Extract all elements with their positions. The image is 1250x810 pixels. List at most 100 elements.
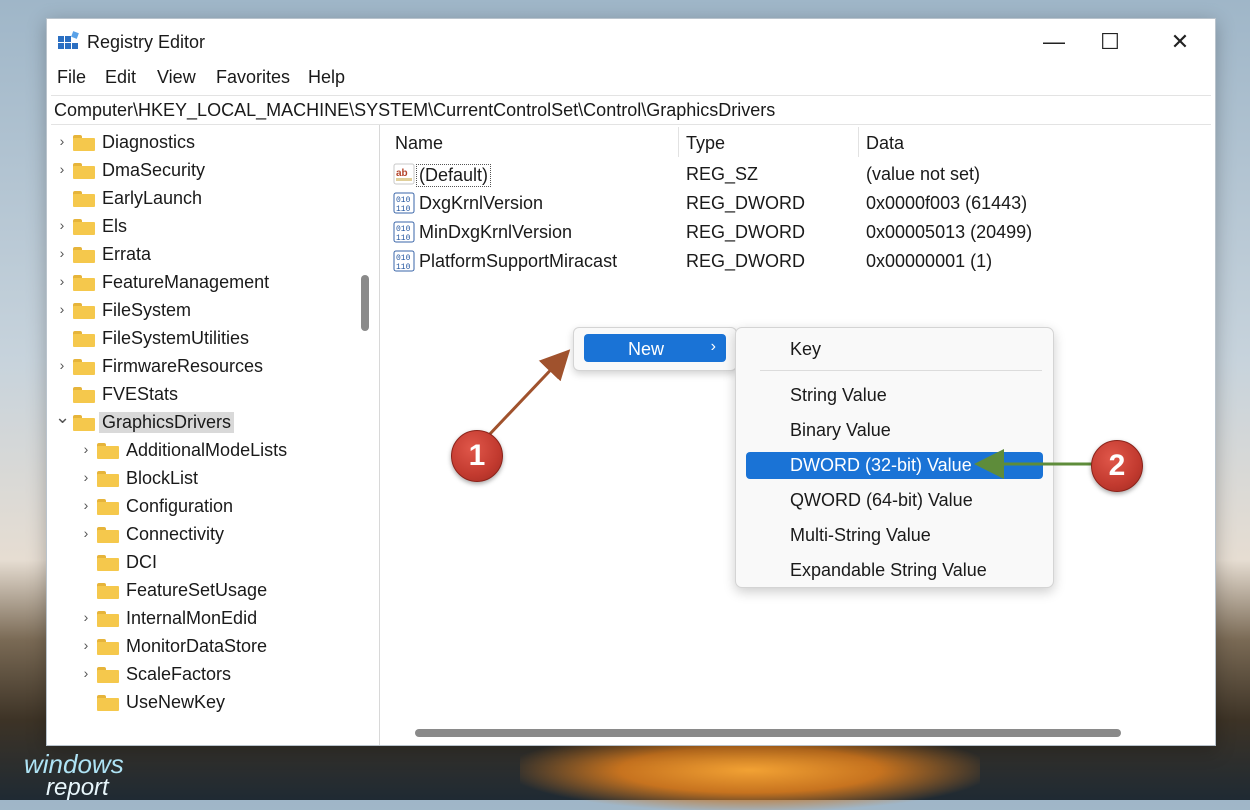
table-row[interactable]: 010 110 MinDxgKrnlVersion REG_DWORD 0x00… <box>387 219 1187 248</box>
value-type: REG_DWORD <box>686 193 805 214</box>
tree-item[interactable]: FVEStats <box>47 381 357 409</box>
chevron-right-icon[interactable]: › <box>55 273 69 289</box>
column-divider[interactable] <box>678 127 679 157</box>
tree-item[interactable]: FeatureSetUsage <box>47 577 357 605</box>
column-header-data[interactable]: Data <box>866 133 904 154</box>
tree-item[interactable]: EarlyLaunch <box>47 185 357 213</box>
tree-item[interactable]: ›Errata <box>47 241 357 269</box>
submenu-item-binary-value[interactable]: Binary Value <box>746 417 1043 444</box>
tree-item[interactable]: ›FeatureManagement <box>47 269 357 297</box>
folder-icon <box>97 555 119 571</box>
column-divider[interactable] <box>858 127 859 157</box>
chevron-right-icon[interactable]: › <box>79 441 93 457</box>
registry-editor-icon <box>57 31 79 53</box>
menu-item-new[interactable]: New › <box>584 334 726 362</box>
tree-item[interactable]: ›ScaleFactors <box>47 661 357 689</box>
tree-item[interactable]: FileSystemUtilities <box>47 325 357 353</box>
close-button[interactable]: ✕ <box>1157 25 1203 59</box>
folder-icon <box>73 275 95 291</box>
folder-icon <box>73 303 95 319</box>
column-header-name[interactable]: Name <box>395 133 443 154</box>
value-type: REG_DWORD <box>686 251 805 272</box>
tree-item[interactable]: UseNewKey <box>47 689 357 717</box>
tree-item-label: FVEStats <box>102 384 178 405</box>
submenu-item-dword-value[interactable]: DWORD (32-bit) Value <box>746 452 1043 479</box>
chevron-right-icon[interactable]: › <box>55 217 69 233</box>
submenu-item-string-value[interactable]: String Value <box>746 382 1043 409</box>
folder-icon <box>97 583 119 599</box>
tree-item[interactable]: ›Els <box>47 213 357 241</box>
submenu-item-key[interactable]: Key <box>746 336 1043 363</box>
minimize-button[interactable]: — <box>1031 25 1077 59</box>
submenu-item-expandable-string-value[interactable]: Expandable String Value <box>746 557 1043 584</box>
value-name: DxgKrnlVersion <box>419 193 543 214</box>
chevron-right-icon[interactable]: › <box>79 609 93 625</box>
tree-item[interactable]: ›InternalMonEdid <box>47 605 357 633</box>
tree-item[interactable]: ›Configuration <box>47 493 357 521</box>
chevron-right-icon[interactable]: › <box>55 245 69 261</box>
tree-item[interactable]: ›Diagnostics <box>47 129 357 157</box>
submenu-item-qword-value[interactable]: QWORD (64-bit) Value <box>746 487 1043 514</box>
menu-edit[interactable]: Edit <box>105 67 136 88</box>
tree-item-label: BlockList <box>126 468 198 489</box>
table-row[interactable]: 010 110 PlatformSupportMiracast REG_DWOR… <box>387 248 1187 277</box>
string-value-icon: ab <box>393 163 415 185</box>
binary-value-icon: 010 110 <box>393 192 415 214</box>
value-data: 0x00000001 (1) <box>866 251 992 272</box>
window-title: Registry Editor <box>87 32 205 53</box>
tree-item-label: FeatureSetUsage <box>126 580 267 601</box>
tree-item[interactable]: DCI <box>47 549 357 577</box>
chevron-right-icon[interactable]: › <box>55 161 69 177</box>
chevron-right-icon[interactable]: › <box>55 301 69 317</box>
menu-help[interactable]: Help <box>308 67 345 88</box>
chevron-right-icon[interactable]: › <box>79 497 93 513</box>
tree-item[interactable]: › BlockList <box>47 465 357 493</box>
tree-item[interactable]: ›Connectivity <box>47 521 357 549</box>
tree-vertical-scrollbar[interactable] <box>361 275 369 331</box>
table-row[interactable]: 010 110 DxgKrnlVersion REG_DWORD 0x0000f… <box>387 190 1187 219</box>
table-row[interactable]: ab (Default) REG_SZ (value not set) <box>387 161 1187 190</box>
address-bar[interactable]: Computer\HKEY_LOCAL_MACHINE\SYSTEM\Curre… <box>51 95 1211 125</box>
column-header-type[interactable]: Type <box>686 133 725 154</box>
value-name: PlatformSupportMiracast <box>419 251 617 272</box>
chevron-right-icon[interactable]: › <box>55 133 69 149</box>
chevron-right-icon[interactable]: › <box>79 469 93 485</box>
submenu-item-label: Key <box>790 339 821 360</box>
submenu-item-label: Binary Value <box>790 420 891 441</box>
svg-text:110: 110 <box>396 205 411 214</box>
svg-text:ab: ab <box>396 168 408 179</box>
value-type: REG_DWORD <box>686 222 805 243</box>
svg-text:110: 110 <box>396 234 411 243</box>
folder-icon <box>97 695 119 711</box>
menu-file[interactable]: File <box>57 67 86 88</box>
menu-favorites[interactable]: Favorites <box>216 67 290 88</box>
folder-icon <box>97 667 119 683</box>
chevron-right-icon[interactable]: › <box>79 665 93 681</box>
tree-item[interactable]: ›DmaSecurity <box>47 157 357 185</box>
tree-item-label: GraphicsDrivers <box>99 412 234 433</box>
key-tree-pane[interactable]: ›Diagnostics›DmaSecurityEarlyLaunch›Els›… <box>47 125 380 745</box>
values-horizontal-scrollbar[interactable] <box>415 729 1121 737</box>
folder-icon <box>73 387 95 403</box>
svg-text:010: 010 <box>396 196 411 205</box>
step-marker-2: 2 <box>1091 440 1143 492</box>
tree-item[interactable]: ›AdditionalModeLists <box>47 437 357 465</box>
tree-item[interactable]: ›MonitorDataStore <box>47 633 357 661</box>
tree-item[interactable]: ›FirmwareResources <box>47 353 357 381</box>
chevron-right-icon[interactable]: › <box>79 637 93 653</box>
menu-bar: File Edit View Favorites Help <box>47 67 1215 93</box>
new-submenu: Key String Value Binary Value DWORD (32-… <box>735 327 1054 588</box>
chevron-right-icon[interactable]: › <box>79 525 93 541</box>
title-bar[interactable]: Registry Editor — ☐ ✕ <box>47 19 1215 63</box>
submenu-item-multi-string-value[interactable]: Multi-String Value <box>746 522 1043 549</box>
chevron-right-icon[interactable]: › <box>55 357 69 373</box>
tree-item-label: UseNewKey <box>126 692 225 713</box>
maximize-button[interactable]: ☐ <box>1087 25 1133 59</box>
tree-item[interactable]: ›FileSystem <box>47 297 357 325</box>
tree-item[interactable]: ⌄ GraphicsDrivers <box>47 409 357 437</box>
chevron-down-icon[interactable]: ⌄ <box>55 407 69 428</box>
chevron-right-icon: › <box>711 338 716 356</box>
menu-view[interactable]: View <box>157 67 196 88</box>
folder-icon <box>73 191 95 207</box>
svg-text:010: 010 <box>396 225 411 234</box>
